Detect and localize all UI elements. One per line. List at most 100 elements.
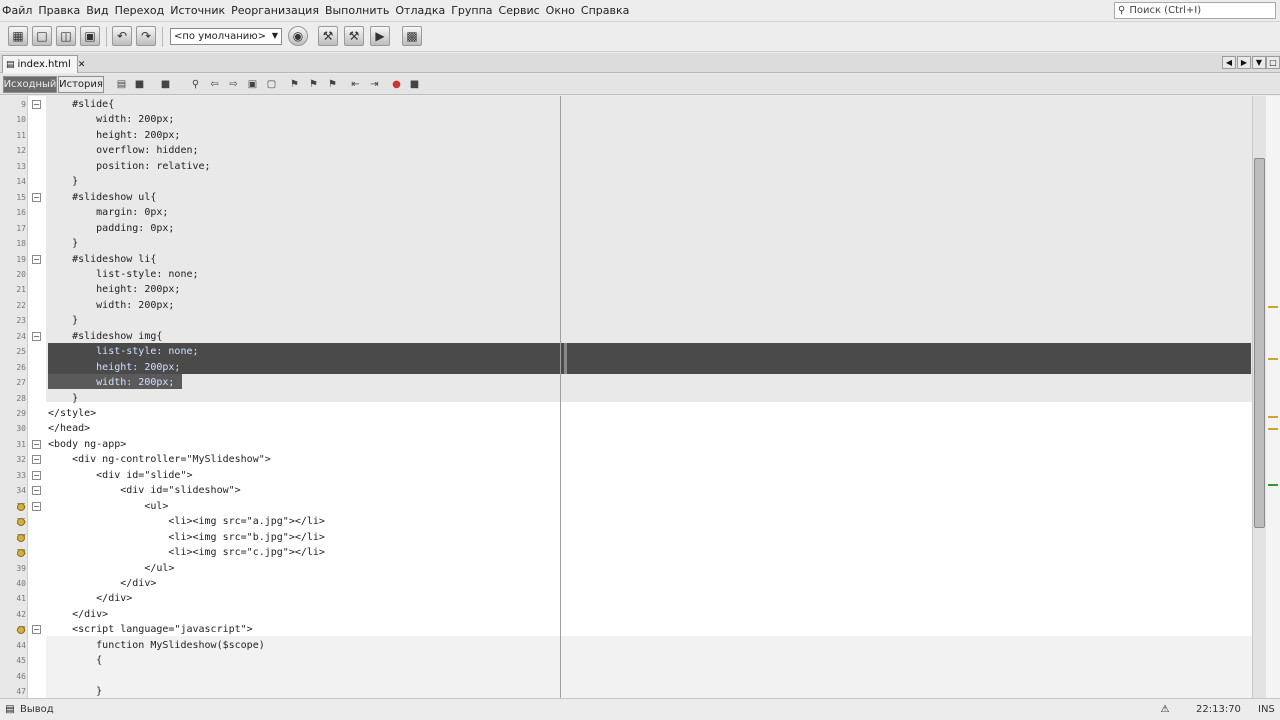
scroll-tabs-left-icon[interactable]: ◀ [1222, 56, 1236, 69]
code-line[interactable]: #slideshow li{ [48, 252, 156, 267]
back-icon[interactable]: ■ [132, 77, 147, 92]
code-line[interactable]: height: 200px; [48, 282, 180, 297]
menu-item[interactable]: Источник [170, 4, 225, 17]
forward-icon[interactable]: ■ [158, 77, 173, 92]
code-line[interactable]: } [48, 684, 102, 698]
new-file-icon[interactable]: □ [32, 26, 52, 46]
menu-item[interactable]: Справка [581, 4, 629, 17]
code-line[interactable]: <li><img src="b.jpg"></li> [48, 530, 325, 545]
fold-toggle-icon[interactable]: − [32, 486, 41, 496]
menu-item[interactable]: Сервис [499, 4, 540, 17]
code-line[interactable]: <li><img src="c.jpg"></li> [48, 545, 325, 560]
code-line[interactable]: position: relative; [48, 159, 210, 174]
vertical-scrollbar[interactable] [1252, 96, 1266, 698]
menu-item[interactable]: Реорганизация [231, 4, 319, 17]
menu-item[interactable]: Окно [546, 4, 575, 17]
code-line[interactable]: </ul> [48, 561, 174, 576]
code-line[interactable]: <body ng-app> [48, 437, 126, 452]
find-selection-icon[interactable]: ⚲ [188, 77, 203, 92]
warning-icon[interactable] [17, 502, 25, 511]
fold-toggle-icon[interactable]: − [32, 100, 41, 109]
save-all-icon[interactable]: ▣ [80, 26, 100, 46]
debug-icon[interactable]: ▩ [402, 26, 422, 46]
warning-icon[interactable] [17, 533, 25, 542]
fold-toggle-icon[interactable]: − [32, 625, 41, 635]
ok-marker[interactable] [1268, 484, 1278, 486]
toggle-rect-selection-icon[interactable]: ▢ [264, 77, 279, 92]
code-line[interactable]: width: 200px; [48, 375, 174, 390]
warning-marker[interactable] [1268, 428, 1278, 430]
menu-item[interactable]: Вид [86, 4, 108, 17]
warning-marker[interactable] [1268, 306, 1278, 308]
last-edit-icon[interactable]: ▤ [114, 77, 129, 92]
code-line[interactable]: <script language="javascript"> [48, 622, 253, 637]
configuration-select[interactable]: <по умолчанию> ▼ [170, 28, 282, 45]
code-line[interactable]: height: 200px; [48, 360, 180, 375]
menu-item[interactable]: Отладка [395, 4, 445, 17]
warning-icon[interactable] [17, 549, 25, 558]
code-line[interactable]: height: 200px; [48, 128, 180, 143]
code-line[interactable]: } [48, 174, 78, 189]
redo-icon[interactable]: ↷ [136, 26, 156, 46]
code-line[interactable]: <ul> [48, 499, 168, 514]
start-macro-icon[interactable]: ● [389, 77, 404, 92]
code-line[interactable]: } [48, 391, 78, 406]
source-mode-button[interactable]: Исходный [3, 76, 57, 93]
maximize-icon[interactable]: □ [1266, 56, 1280, 69]
code-line[interactable]: overflow: hidden; [48, 143, 198, 158]
code-line[interactable]: } [48, 236, 78, 251]
open-project-icon[interactable]: ◫ [56, 26, 76, 46]
menu-item[interactable]: Выполнить [325, 4, 389, 17]
code-line[interactable]: width: 200px; [48, 298, 174, 313]
scroll-tabs-right-icon[interactable]: ▶ [1237, 56, 1251, 69]
undo-icon[interactable]: ↶ [112, 26, 132, 46]
toggle-highlight-icon[interactable]: ▣ [245, 77, 260, 92]
menu-item[interactable]: Группа [451, 4, 492, 17]
search-input[interactable]: ⚲ Поиск (Ctrl+I) [1114, 2, 1276, 19]
shift-left-icon[interactable]: ⇤ [348, 77, 363, 92]
browser-icon[interactable]: ◉ [288, 26, 308, 46]
code-line[interactable]: #slideshow ul{ [48, 190, 156, 205]
code-line[interactable]: width: 200px; [48, 112, 174, 127]
code-line[interactable]: list-style: none; [48, 344, 198, 359]
code-line[interactable]: #slideshow img{ [48, 329, 162, 344]
code-line[interactable]: function MySlideshow($scope) [48, 638, 265, 653]
warning-marker[interactable] [1268, 358, 1278, 360]
notifications-icon[interactable]: ⚠ [1158, 703, 1172, 716]
find-next-icon[interactable]: ⇨ [226, 77, 241, 92]
menu-item[interactable]: Переход [115, 4, 165, 17]
menu-item[interactable]: Файл [2, 4, 32, 17]
code-line[interactable]: <div id="slideshow"> [48, 483, 240, 498]
shift-right-icon[interactable]: ⇥ [367, 77, 382, 92]
code-line[interactable]: { [48, 653, 102, 668]
fold-toggle-icon[interactable]: − [32, 501, 41, 511]
scrollbar-thumb[interactable] [1254, 158, 1265, 528]
warning-marker[interactable] [1268, 416, 1278, 418]
tab-index-html[interactable]: ▤ index.html ✕ [2, 55, 85, 73]
code-line[interactable]: </div> [48, 576, 156, 591]
code-line[interactable]: padding: 0px; [48, 221, 174, 236]
new-project-icon[interactable]: ▦ [8, 26, 28, 46]
code-line[interactable]: </head> [48, 421, 90, 436]
code-line[interactable]: </div> [48, 607, 108, 622]
tab-list-icon[interactable]: ▼ [1252, 56, 1266, 69]
close-icon[interactable]: ✕ [78, 60, 86, 70]
code-line[interactable]: </style> [48, 406, 96, 421]
fold-toggle-icon[interactable]: − [32, 331, 41, 341]
toggle-bookmark-icon[interactable]: ⚑ [325, 77, 340, 92]
code-line[interactable]: <li><img src="a.jpg"></li> [48, 514, 325, 529]
code-line[interactable]: } [48, 313, 78, 328]
code-area[interactable]: #slide{ width: 200px; height: 200px; ove… [46, 96, 1252, 698]
code-line[interactable]: </div> [48, 591, 132, 606]
menu-item[interactable]: Правка [38, 4, 80, 17]
output-label[interactable]: Вывод [20, 704, 54, 715]
fold-toggle-icon[interactable]: − [32, 439, 41, 449]
previous-bookmark-icon[interactable]: ⚑ [287, 77, 302, 92]
run-icon[interactable]: ▶ [370, 26, 390, 46]
stop-macro-icon[interactable]: ■ [407, 77, 422, 92]
fold-toggle-icon[interactable]: − [32, 470, 41, 480]
fold-toggle-icon[interactable]: − [32, 254, 41, 264]
code-line[interactable]: list-style: none; [48, 267, 198, 282]
code-line[interactable]: margin: 0px; [48, 205, 168, 220]
code-editor[interactable]: 9 10 11 12 13 14 15 16 17 18 19 20 21 22 23 24 25 26 27 28 2… [0, 96, 1280, 698]
